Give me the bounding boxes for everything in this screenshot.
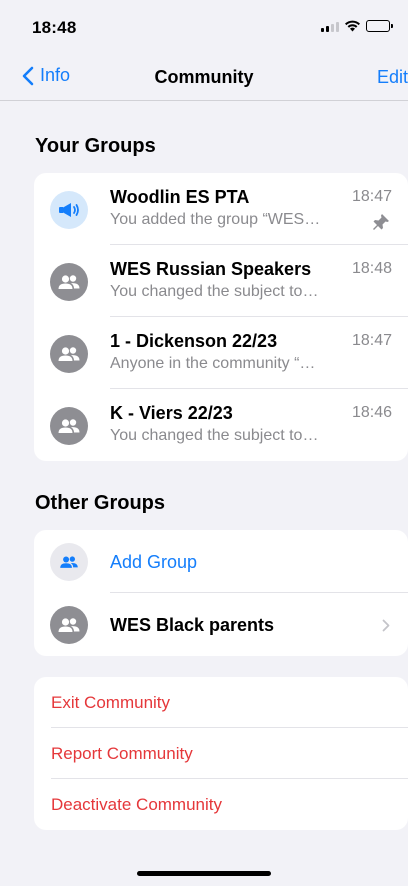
- community-actions-list: Exit Community Report Community Deactiva…: [34, 677, 408, 830]
- avatar: [50, 407, 88, 445]
- group-row-k-viers[interactable]: K - Viers 22/23 18:46 You changed the su…: [34, 389, 408, 461]
- back-button[interactable]: Info: [22, 65, 70, 86]
- report-community-button[interactable]: Report Community: [34, 728, 408, 779]
- group-icon: [58, 419, 80, 433]
- deactivate-community-label: Deactivate Community: [51, 795, 223, 814]
- avatar: [50, 263, 88, 301]
- group-row-1-dickenson[interactable]: 1 - Dickenson 22/23 18:47 Anyone in the …: [34, 317, 408, 389]
- status-bar: 18:48: [0, 0, 408, 58]
- group-icon: [58, 618, 80, 632]
- exit-community-label: Exit Community: [51, 693, 171, 712]
- battery-icon: [366, 20, 393, 32]
- group-icon: [58, 275, 80, 289]
- group-last-message: You changed the subject to…: [110, 427, 319, 444]
- add-group-label: Add Group: [110, 552, 198, 572]
- avatar: [50, 543, 88, 581]
- chevron-right-icon: [382, 619, 390, 632]
- status-time: 18:48: [32, 18, 77, 37]
- other-groups-header: Other Groups: [35, 492, 166, 514]
- group-time: 18:47: [351, 332, 392, 349]
- group-row-woodlin-es-pta[interactable]: Woodlin ES PTA 18:47 You added the group…: [34, 173, 408, 245]
- your-groups-header: Your Groups: [35, 135, 156, 157]
- exit-community-button[interactable]: Exit Community: [34, 677, 408, 728]
- group-time: 18:47: [351, 188, 392, 205]
- add-group-icon: [60, 556, 78, 568]
- group-name: WES Black parents: [110, 615, 275, 635]
- group-row-wes-russian-speakers[interactable]: WES Russian Speakers 18:48 You changed t…: [34, 245, 408, 317]
- avatar: [50, 606, 88, 644]
- group-name: K - Viers 22/23: [110, 403, 233, 423]
- your-groups-list: Woodlin ES PTA 18:47 You added the group…: [34, 173, 408, 461]
- chevron-left-icon: [22, 66, 34, 85]
- deactivate-community-button[interactable]: Deactivate Community: [34, 779, 408, 830]
- navigation-bar: Info Community Edit: [0, 58, 408, 101]
- avatar: [50, 335, 88, 373]
- group-last-message: You added the group “WES…: [110, 211, 321, 228]
- group-time: 18:46: [351, 404, 392, 421]
- avatar: [50, 191, 88, 229]
- home-indicator[interactable]: [137, 871, 271, 876]
- other-groups-list: Add Group WES Black parents: [34, 530, 408, 656]
- signal-icon: [321, 20, 339, 32]
- status-icons: [321, 20, 393, 32]
- wifi-icon: [345, 20, 360, 32]
- edit-button[interactable]: Edit: [377, 67, 408, 88]
- group-last-message: Anyone in the community “…: [110, 355, 316, 372]
- group-row-wes-black-parents[interactable]: WES Black parents: [34, 593, 408, 656]
- group-last-message: You changed the subject to…: [110, 283, 319, 300]
- group-time: 18:48: [351, 260, 392, 277]
- report-community-label: Report Community: [51, 744, 193, 763]
- group-name: 1 - Dickenson 22/23: [110, 331, 278, 351]
- pin-icon: [373, 214, 389, 230]
- back-button-label: Info: [40, 65, 71, 85]
- add-group-button[interactable]: Add Group: [34, 530, 408, 593]
- group-name: WES Russian Speakers: [110, 259, 312, 279]
- group-name: Woodlin ES PTA: [110, 187, 250, 207]
- megaphone-icon: [59, 203, 79, 217]
- group-icon: [58, 347, 80, 361]
